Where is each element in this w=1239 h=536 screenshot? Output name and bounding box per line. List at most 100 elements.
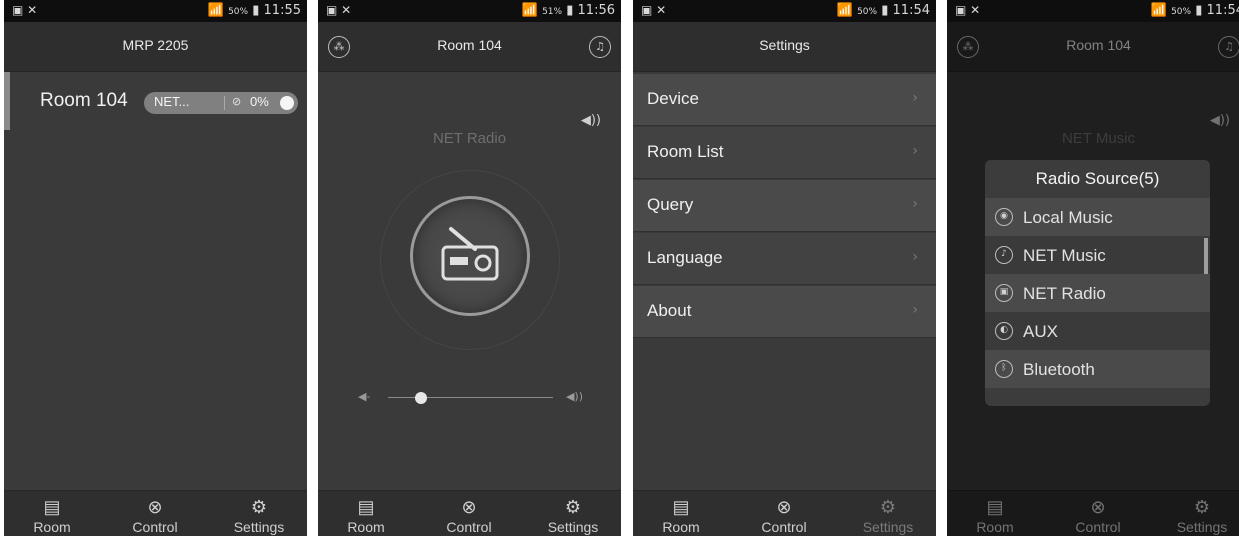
notification-icons: ▣ ✕: [326, 3, 352, 17]
tab-bar: ▤ Room ⊗ Control ⚙ Settings: [318, 490, 621, 536]
clock: 11:54: [892, 3, 930, 18]
source-dial-button[interactable]: [410, 196, 530, 316]
clock: 11:55: [263, 3, 301, 18]
volume-up-icon: ◀)): [565, 390, 583, 403]
tab-room[interactable]: ▤ Room: [636, 497, 726, 535]
page-title: MRP 2205: [122, 37, 189, 53]
page-title: Room 104: [437, 37, 502, 53]
menu-item-label: About: [647, 301, 692, 320]
source-option-label: AUX: [1023, 322, 1058, 341]
tab-label: Control: [446, 519, 492, 535]
music-disc-icon: ◉: [995, 208, 1013, 226]
status-bar: ▣ ✕ 📶 51% ▮ 11:56: [318, 0, 621, 22]
net-music-icon: ♪: [995, 246, 1013, 264]
chevron-right-icon: ›: [912, 90, 918, 106]
notification-icons: ▣ ✕: [12, 3, 38, 17]
dialog-scrollbar[interactable]: [1204, 238, 1208, 274]
status-right: 📶 50% ▮ 11:55: [208, 3, 301, 18]
menu-item-label: Room List: [647, 142, 724, 161]
music-note-icon[interactable]: ♫: [589, 36, 611, 58]
tab-label: Settings: [233, 519, 285, 535]
dialog-title: Radio Source(5): [985, 160, 1210, 198]
room-status-pill[interactable]: NET... ⊘ 0%: [144, 92, 298, 114]
screen-radio-source-dialog: ▣ ✕ 📶 50% ▮ 11:54 ⁂ Room 104 ♫ ◀)) NET M…: [947, 0, 1239, 536]
battery-percent: 50%: [1171, 7, 1192, 17]
battery-percent: 50%: [857, 7, 878, 17]
settings-icon: ⚙: [879, 497, 897, 517]
battery-icon: ▮: [881, 3, 889, 18]
tab-control[interactable]: ⊗ Control: [424, 497, 514, 535]
source-option-net-radio[interactable]: ▣ NET Radio: [985, 274, 1210, 312]
aux-icon: ◐: [995, 322, 1013, 340]
source-option-label: NET Radio: [1023, 284, 1106, 303]
tab-settings[interactable]: ⚙ Settings: [214, 497, 304, 535]
source-option-label: NET Music: [1023, 246, 1106, 265]
volume-thumb[interactable]: [415, 392, 427, 404]
menu-item-about[interactable]: About ›: [633, 286, 936, 338]
title-bar: MRP 2205: [4, 22, 307, 72]
room-source: NET...: [154, 94, 190, 109]
room-row[interactable]: Room 104 NET... ⊘ 0%: [4, 72, 307, 130]
volume-slider[interactable]: ◀- ◀)): [358, 390, 583, 406]
notification-icons: ▣ ✕: [641, 3, 667, 17]
tab-room[interactable]: ▤ Room: [321, 497, 411, 535]
room-icon: ▤: [357, 497, 375, 517]
tab-bar: ▤ Room ⊗ Control ⚙ Settings: [633, 490, 936, 536]
notification-icons: ▣ ✕: [955, 3, 981, 17]
status-bar: ▣ ✕ 📶 50% ▮ 11:54: [947, 0, 1239, 22]
wifi-icon: 📶: [521, 3, 538, 18]
volume-down-icon: ◀-: [358, 390, 371, 403]
battery-icon: ▮: [566, 3, 574, 18]
battery-icon: ▮: [1195, 3, 1203, 18]
source-option-local-music[interactable]: ◉ Local Music: [985, 198, 1210, 236]
volume-track: [388, 397, 553, 398]
tab-control[interactable]: ⊗ Control: [739, 497, 829, 535]
source-option-aux[interactable]: ◐ AUX: [985, 312, 1210, 350]
radio-icon: ▣: [995, 284, 1013, 302]
radio-source-dialog: Radio Source(5) ◉ Local Music ♪ NET Musi…: [985, 160, 1210, 406]
tab-settings[interactable]: ⚙ Settings: [843, 497, 933, 535]
tab-label: Control: [132, 519, 178, 535]
tab-control[interactable]: ⊗ Control: [110, 497, 200, 535]
room-volume: 0%: [250, 94, 269, 109]
tab-label: Control: [761, 519, 807, 535]
screen-settings: ▣ ✕ 📶 50% ▮ 11:54 Settings Device › Room…: [633, 0, 936, 536]
tab-bar: ▤ Room ⊗ Control ⚙ Settings: [4, 490, 307, 536]
wifi-icon: 📶: [836, 3, 853, 18]
control-icon: ⊗: [776, 497, 792, 517]
menu-item-query[interactable]: Query ›: [633, 180, 936, 232]
tab-label: Room: [662, 519, 700, 535]
status-right: 📶 50% ▮ 11:54: [1151, 3, 1239, 18]
source-option-net-music[interactable]: ♪ NET Music: [985, 236, 1210, 274]
menu-item-room-list[interactable]: Room List ›: [633, 127, 936, 179]
menu-item-label: Query: [647, 195, 694, 214]
tab-label: Settings: [547, 519, 599, 535]
tab-settings[interactable]: ⚙ Settings: [528, 497, 618, 535]
selected-indicator: [4, 72, 10, 130]
tab-label: Room: [347, 519, 385, 535]
room-name: Room 104: [40, 90, 128, 111]
status-bar: ▣ ✕ 📶 50% ▮ 11:54: [633, 0, 936, 22]
tab-label: Room: [33, 519, 71, 535]
battery-percent: 50%: [228, 7, 249, 17]
wifi-icon: 📶: [1150, 3, 1167, 18]
page-title: Settings: [759, 37, 810, 53]
title-bar: Settings: [633, 22, 936, 72]
settings-icon: ⚙: [564, 497, 582, 517]
menu-item-label: Device: [647, 89, 699, 108]
room-icon: ▤: [672, 497, 690, 517]
power-toggle[interactable]: [280, 96, 294, 110]
title-bar: ⁂ Room 104 ♫: [318, 22, 621, 72]
wifi-icon: 📶: [207, 3, 224, 18]
source-option-bluetooth[interactable]: ᛒ Bluetooth: [985, 350, 1210, 388]
menu-item-language[interactable]: Language ›: [633, 233, 936, 285]
chevron-right-icon: ›: [912, 196, 918, 212]
tab-room[interactable]: ▤ Room: [7, 497, 97, 535]
source-option-label: Local Music: [1023, 208, 1113, 227]
menu-item-device[interactable]: Device ›: [633, 74, 936, 126]
clock: 11:54: [1206, 3, 1239, 18]
speaker-icon[interactable]: ◀)): [581, 113, 601, 128]
source-label: NET Radio: [432, 130, 507, 147]
status-bar: ▣ ✕ 📶 50% ▮ 11:55: [4, 0, 307, 22]
battery-percent: 51%: [542, 7, 563, 17]
